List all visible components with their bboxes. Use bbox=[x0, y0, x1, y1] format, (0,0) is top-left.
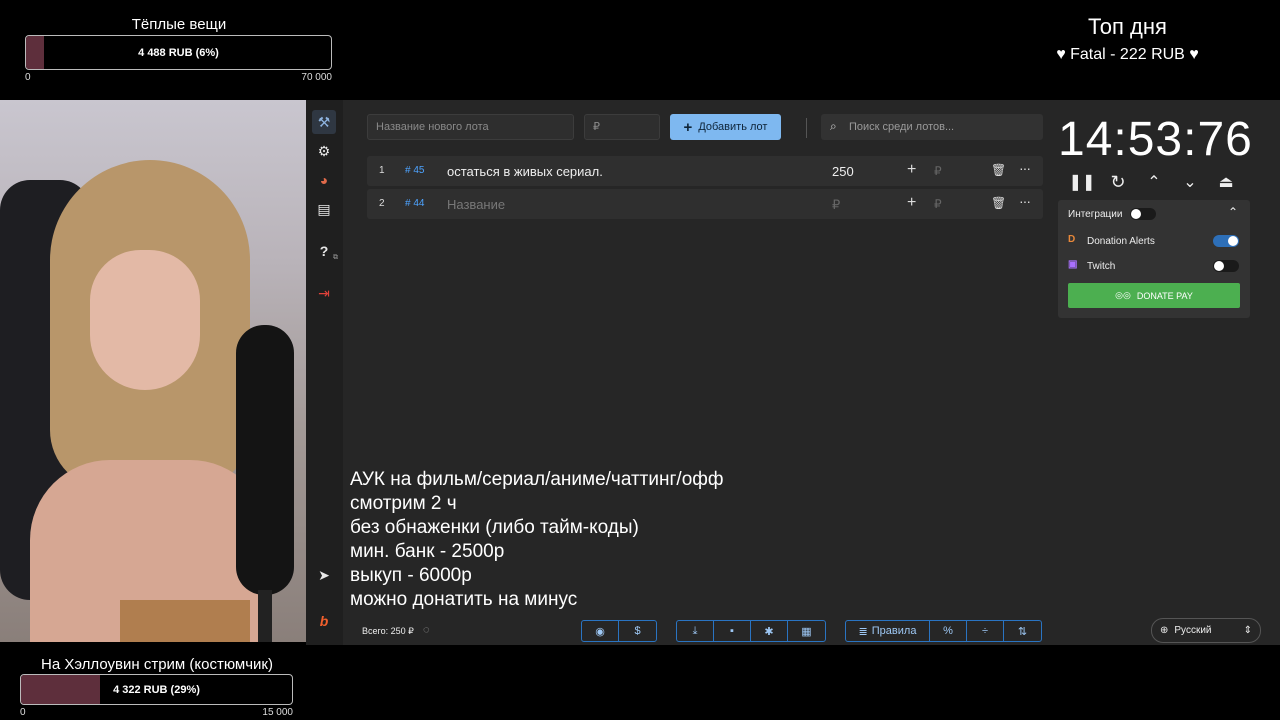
percent-icon[interactable]: % bbox=[930, 621, 967, 641]
new-lot-name-input[interactable] bbox=[367, 114, 574, 140]
plus-icon[interactable]: + bbox=[907, 194, 916, 212]
donationalerts-icon: D bbox=[1068, 234, 1076, 245]
save-icon[interactable]: ▪ bbox=[714, 621, 751, 641]
twitch-icon: ▣ bbox=[1068, 259, 1078, 270]
rules-button[interactable]: ≣ Правила bbox=[846, 621, 930, 641]
globe-icon: ⊕ bbox=[1160, 625, 1169, 636]
auction-timer: 14:53:76 bbox=[1058, 113, 1253, 166]
restart-icon[interactable]: ↻ bbox=[1106, 170, 1130, 194]
clipboard-icon[interactable]: ▤ bbox=[312, 197, 336, 221]
chevron-updown-icon: ⇕ bbox=[1243, 625, 1252, 636]
boosty-icon[interactable]: b bbox=[312, 609, 336, 633]
more-icon[interactable]: ··· bbox=[1019, 193, 1031, 209]
lot-fast-id[interactable]: # 44 bbox=[405, 198, 424, 209]
goal-amount: 4 322 RUB (29%) bbox=[113, 683, 200, 696]
goal-progress-bar: 4 322 RUB (29%) bbox=[20, 674, 293, 705]
lot-amount[interactable]: ₽ bbox=[832, 197, 840, 213]
plus-icon: + bbox=[683, 118, 693, 136]
language-select[interactable]: ⊕ Русский ⇕ bbox=[1151, 618, 1261, 643]
gavel-icon[interactable]: ⚒ bbox=[312, 110, 336, 134]
sort-icon[interactable]: ⇅ bbox=[1004, 621, 1041, 641]
toolbar-divider bbox=[806, 118, 807, 138]
search-box: ⌕ bbox=[821, 114, 1043, 140]
integration-name: Twitch bbox=[1087, 261, 1116, 272]
lot-row: 1 # 45 остаться в живых сериал. 250 + ₽ … bbox=[367, 156, 1043, 186]
trash-icon[interactable]: 🗑 bbox=[991, 163, 1006, 177]
pause-icon[interactable]: ❚❚ bbox=[1069, 170, 1096, 194]
lot-amount[interactable]: 250 bbox=[832, 164, 854, 179]
goal-max: 70 000 bbox=[301, 72, 332, 83]
chevron-up-icon[interactable]: ⌃ bbox=[1142, 170, 1166, 194]
bug-icon[interactable]: ✱ bbox=[751, 621, 788, 641]
pie-chart-icon[interactable]: ◕ bbox=[312, 168, 336, 192]
goal-min: 0 bbox=[25, 72, 31, 83]
add-lot-button[interactable]: + Добавить лот bbox=[670, 114, 781, 140]
lot-row: 2 # 44 Название ₽ + ₽ 🗑 ··· bbox=[367, 189, 1043, 219]
chevron-down-icon[interactable]: ⌄ bbox=[1178, 170, 1202, 194]
links-button-group: ◉ $ bbox=[581, 620, 657, 642]
lot-fast-id[interactable]: # 45 bbox=[405, 165, 424, 176]
goal-title: Тёплые вещи bbox=[131, 16, 227, 33]
integration-name: Donation Alerts bbox=[1087, 236, 1155, 247]
lot-index: 2 bbox=[379, 198, 385, 209]
dollar-icon[interactable]: $ bbox=[619, 621, 656, 641]
lot-add-amount[interactable]: ₽ bbox=[934, 197, 942, 211]
goal-widget-top: Тёплые вещи 4 488 RUB (6%) 0 70 000 bbox=[24, 14, 334, 88]
donationalerts-toggle[interactable] bbox=[1213, 235, 1239, 247]
tools-button-group: ≣ Правила % ÷ ⇅ bbox=[845, 620, 1042, 642]
microphone-shape bbox=[236, 325, 294, 595]
external-link-icon: ⧉ bbox=[333, 254, 338, 261]
donatepay-button[interactable]: ◎◎ DONATE PAY bbox=[1068, 283, 1240, 308]
new-lot-amount-input[interactable] bbox=[584, 114, 660, 140]
language-label: Русский bbox=[1174, 625, 1212, 636]
lot-name[interactable]: Название bbox=[447, 197, 505, 212]
lot-add-amount[interactable]: ₽ bbox=[934, 164, 942, 178]
twitch-toggle[interactable] bbox=[1213, 260, 1239, 272]
sidebar: ⚒ ⚙ ◕ ▤ ? ⧉ ⇥ ➤ b bbox=[306, 100, 343, 645]
goal-title: На Хэллоувин стрим (костюмчик) bbox=[41, 656, 273, 673]
github-icon[interactable]: ◉ bbox=[582, 621, 619, 641]
trash-icon[interactable]: 🗑 bbox=[991, 196, 1006, 210]
donatepay-icon: ◎◎ bbox=[1115, 290, 1131, 300]
top-day-title: Топ дня bbox=[1088, 14, 1167, 39]
gear-icon[interactable]: ⚙ bbox=[312, 139, 336, 163]
rules-icon: ≣ bbox=[858, 625, 868, 638]
face-shape bbox=[90, 250, 200, 390]
total-amount: Всего: 250 ₽ bbox=[362, 626, 414, 636]
eject-icon[interactable]: ⏏ bbox=[1214, 170, 1238, 194]
top-day-entry: ♥ Fatal - 222 RUB ♥ bbox=[1056, 46, 1199, 63]
archive-icon[interactable]: ▦ bbox=[788, 621, 825, 641]
plus-icon[interactable]: + bbox=[907, 161, 916, 179]
logout-icon[interactable]: ⇥ bbox=[312, 281, 336, 305]
goal-amount: 4 488 RUB (6%) bbox=[138, 46, 219, 59]
split-icon[interactable]: ÷ bbox=[967, 621, 1004, 641]
goal-min: 0 bbox=[20, 707, 26, 718]
file-button-group: ⤓ ▪ ✱ ▦ bbox=[676, 620, 826, 642]
search-icon: ⌕ bbox=[830, 119, 837, 133]
more-icon[interactable]: ··· bbox=[1019, 160, 1031, 176]
integrations-title: Интеграции bbox=[1068, 209, 1123, 220]
chevron-up-icon[interactable]: ⌃ bbox=[1228, 205, 1238, 219]
add-lot-label: Добавить лот bbox=[698, 121, 768, 133]
lot-index: 1 bbox=[379, 165, 385, 176]
top-donator-widget: Топ дня ♥ Fatal - 222 RUB ♥ bbox=[1040, 14, 1215, 64]
telegram-icon[interactable]: ➤ bbox=[312, 563, 336, 587]
auction-app: ⚒ ⚙ ◕ ▤ ? ⧉ ⇥ ➤ b + Добавить лот ⌕ 1 # 4… bbox=[306, 100, 1280, 645]
webcam-feed bbox=[0, 100, 306, 642]
integrations-panel: Интеграции ⌃ D Donation Alerts ▣ Twitch … bbox=[1058, 200, 1250, 318]
goal-widget-bottom: На Хэллоувин стрим (костюмчик) 4 322 RUB… bbox=[19, 654, 295, 720]
microphone-stand-shape bbox=[258, 590, 272, 642]
rules-label: Правила bbox=[871, 625, 917, 637]
eye-off-icon[interactable]: ◌ bbox=[423, 624, 430, 636]
auction-rules-text: АУК на фильм/сериал/аниме/чаттинг/офф см… bbox=[350, 469, 724, 610]
goal-max: 15 000 bbox=[262, 707, 293, 718]
donatepay-label: DONATE PAY bbox=[1136, 290, 1193, 301]
search-input[interactable] bbox=[849, 114, 1039, 140]
download-icon[interactable]: ⤓ bbox=[677, 621, 714, 641]
integrations-toggle[interactable] bbox=[1130, 208, 1156, 220]
lot-name[interactable]: остаться в живых сериал. bbox=[447, 164, 603, 179]
clothing-shape bbox=[120, 600, 250, 642]
goal-progress-bar: 4 488 RUB (6%) bbox=[25, 35, 332, 70]
